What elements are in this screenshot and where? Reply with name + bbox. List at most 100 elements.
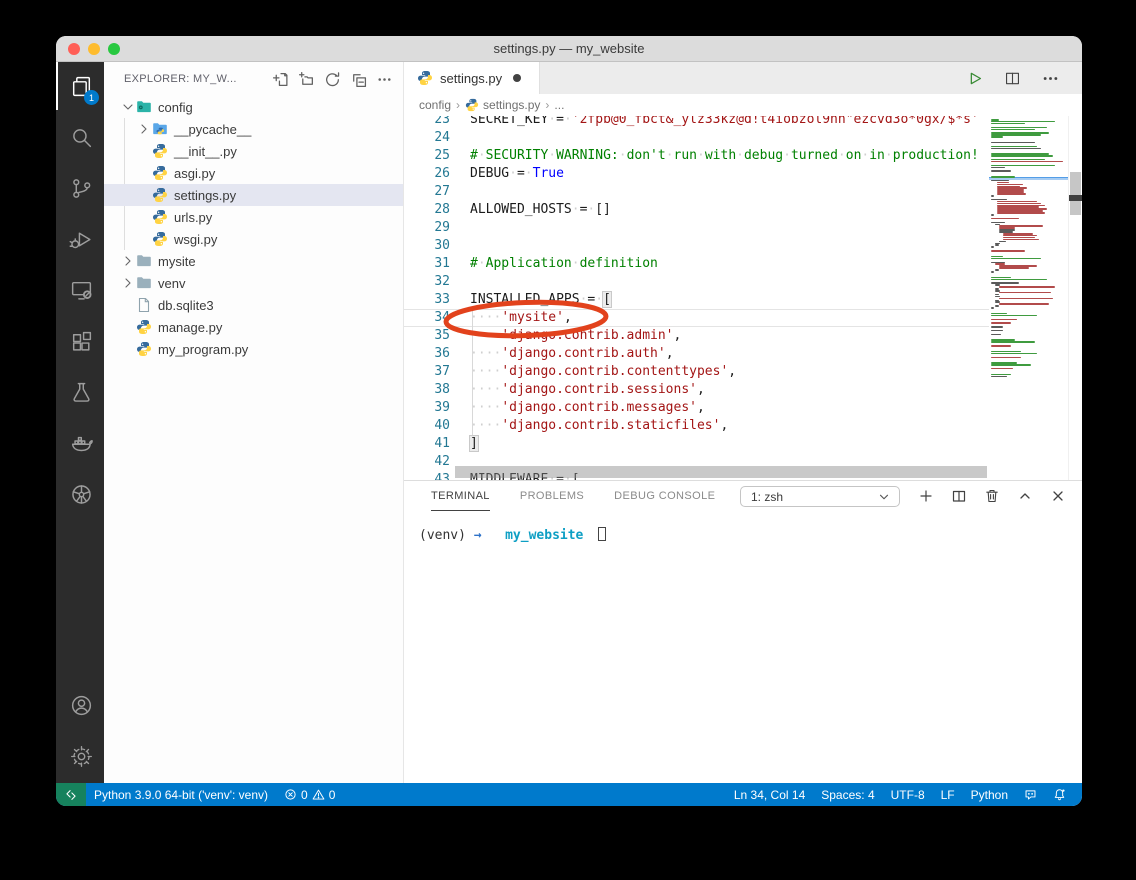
tree-item-label: urls.py: [174, 210, 212, 225]
activity-item-remote-explorer[interactable]: [56, 266, 104, 314]
line-number: 38: [404, 381, 450, 399]
minimap-line: [991, 165, 1055, 167]
breadcrumb-item-config[interactable]: config: [419, 98, 451, 112]
run-python-file-button[interactable]: [965, 69, 984, 88]
activity-item-source-control[interactable]: [56, 164, 104, 212]
activity-item-kubernetes[interactable]: [56, 470, 104, 518]
status-bar: Python 3.9.0 64-bit ('venv': venv)00 Ln …: [56, 783, 1082, 806]
activity-item-docker[interactable]: [56, 419, 104, 467]
breadcrumb-item-more[interactable]: ...: [554, 98, 564, 112]
tree-item-db-sqlite3[interactable]: db.sqlite3: [104, 294, 403, 316]
activity-item-manage[interactable]: [56, 732, 104, 780]
breadcrumb-separator: ›: [545, 98, 549, 112]
title-bar: settings.py — my_website: [56, 36, 1082, 62]
code-line-28: 28ALLOWED_HOSTS·=·[]: [404, 201, 989, 219]
breadcrumb-item-settingspy[interactable]: settings.py: [465, 98, 540, 112]
minimap-line: [991, 374, 1011, 376]
code-line-23: 23SECRET_KEY·=·'2fpb@0_fbct&_ylz33kz@d!t…: [404, 116, 989, 129]
close-window-button[interactable]: [68, 43, 80, 55]
minimize-window-button[interactable]: [88, 43, 100, 55]
new-folder-button[interactable]: [298, 71, 315, 88]
new-file-button[interactable]: [272, 71, 289, 88]
status-indentation[interactable]: Spaces: 4: [813, 783, 882, 806]
activity-item-search[interactable]: [56, 113, 104, 161]
status-problems[interactable]: 00: [276, 783, 343, 806]
line-number: 40: [404, 417, 450, 435]
python-icon: [152, 209, 168, 225]
tree-item-venv[interactable]: venv: [104, 272, 403, 294]
remote-indicator[interactable]: [56, 783, 86, 806]
tree-item-urls-py[interactable]: urls.py: [104, 206, 403, 228]
warning-count: 0: [329, 788, 336, 802]
tree-item--pycache-[interactable]: __pycache__: [104, 118, 403, 140]
line-number: 29: [404, 219, 450, 237]
activity-item-run-and-debug[interactable]: [56, 215, 104, 263]
minimap-line: [991, 123, 1025, 125]
status-eol[interactable]: LF: [933, 783, 963, 806]
python-icon: [136, 341, 152, 357]
collapse-folders-button[interactable]: [350, 71, 367, 88]
chevron-right-icon: [120, 253, 136, 269]
code-text: #·Application·definition: [450, 255, 658, 273]
testing-icon: [69, 380, 94, 405]
panel-tab-debug-console[interactable]: DEBUG CONSOLE: [614, 481, 715, 511]
code-editor[interactable]: 23SECRET_KEY·=·'2fpb@0_fbct&_ylz33kz@d!t…: [404, 116, 1082, 480]
activity-item-accounts[interactable]: [56, 681, 104, 729]
python-icon: [136, 319, 152, 335]
panel-tab-problems[interactable]: PROBLEMS: [520, 481, 584, 511]
activity-item-extensions[interactable]: [56, 317, 104, 365]
more-actions-button[interactable]: [376, 71, 393, 88]
status-feedback[interactable]: [1016, 783, 1045, 806]
vertical-scrollbar[interactable]: [1068, 116, 1082, 480]
code-text: ]: [450, 435, 478, 453]
status-encoding[interactable]: UTF-8: [883, 783, 933, 806]
terminal-panel: TERMINAL PROBLEMS DEBUG CONSOLE 1: zsh (ve…: [404, 480, 1082, 783]
status-language-mode[interactable]: Python: [963, 783, 1016, 806]
tree-item-settings-py[interactable]: settings.py: [104, 184, 403, 206]
tree-item-wsgi-py[interactable]: wsgi.py: [104, 228, 403, 250]
kill-terminal-button[interactable]: [984, 488, 1000, 504]
explorer-sidebar: EXPLORER: MY_W... config__pycache____ini…: [104, 62, 404, 783]
tree-item-manage-py[interactable]: manage.py: [104, 316, 403, 338]
source-control-icon: [69, 176, 94, 201]
tree-item-asgi-py[interactable]: asgi.py: [104, 162, 403, 184]
close-panel-button[interactable]: [1050, 488, 1066, 504]
minimap-line: [991, 279, 1047, 281]
more-actions-button[interactable]: [1041, 69, 1060, 88]
line-number: 43: [404, 471, 450, 480]
horizontal-scrollbar[interactable]: [455, 466, 987, 478]
chevron-right-icon: [136, 121, 152, 137]
line-number: 33: [404, 291, 450, 309]
status-notifications[interactable]: [1045, 783, 1074, 806]
tree-item-config[interactable]: config: [104, 96, 403, 118]
tree-item-my-program-py[interactable]: my_program.py: [104, 338, 403, 360]
split-terminal-button[interactable]: [951, 488, 967, 504]
tab-label: settings.py: [440, 71, 502, 86]
minimap[interactable]: [989, 116, 1068, 480]
terminal-output[interactable]: (venv) → my_website: [404, 511, 1082, 543]
new-terminal-button[interactable]: [918, 488, 934, 504]
zoom-window-button[interactable]: [108, 43, 120, 55]
folder-icon: [136, 275, 152, 291]
line-number: 28: [404, 201, 450, 219]
panel-tab-terminal[interactable]: TERMINAL: [431, 481, 490, 511]
tree-item-mysite[interactable]: mysite: [104, 250, 403, 272]
maximize-panel-button[interactable]: [1017, 488, 1033, 504]
tab-settings-py[interactable]: settings.py: [404, 62, 540, 94]
terminal-selector[interactable]: 1: zsh: [740, 486, 900, 507]
warning-icon: [312, 788, 325, 801]
code-line-37: 37····'django.contrib.contenttypes',: [404, 363, 989, 381]
code-text: [450, 129, 470, 147]
scrollbar-thumb[interactable]: [1070, 172, 1081, 215]
activity-item-testing[interactable]: [56, 368, 104, 416]
tree-item--init-py[interactable]: __init__.py: [104, 140, 403, 162]
activity-item-explorer[interactable]: 1: [56, 62, 104, 110]
minimap-line: [991, 368, 1013, 370]
status-cursor-position[interactable]: Ln 34, Col 14: [726, 783, 813, 806]
minimap-line: [997, 201, 1037, 203]
refresh-explorer-button[interactable]: [324, 71, 341, 88]
code-text: SECRET_KEY·=·'2fpb@0_fbct&_ylz33kz@d!t4i…: [450, 116, 979, 129]
status-interpreter[interactable]: Python 3.9.0 64-bit ('venv': venv): [86, 783, 276, 806]
split-editor-button[interactable]: [1003, 69, 1022, 88]
code-text: ALLOWED_HOSTS·=·[]: [450, 201, 611, 219]
